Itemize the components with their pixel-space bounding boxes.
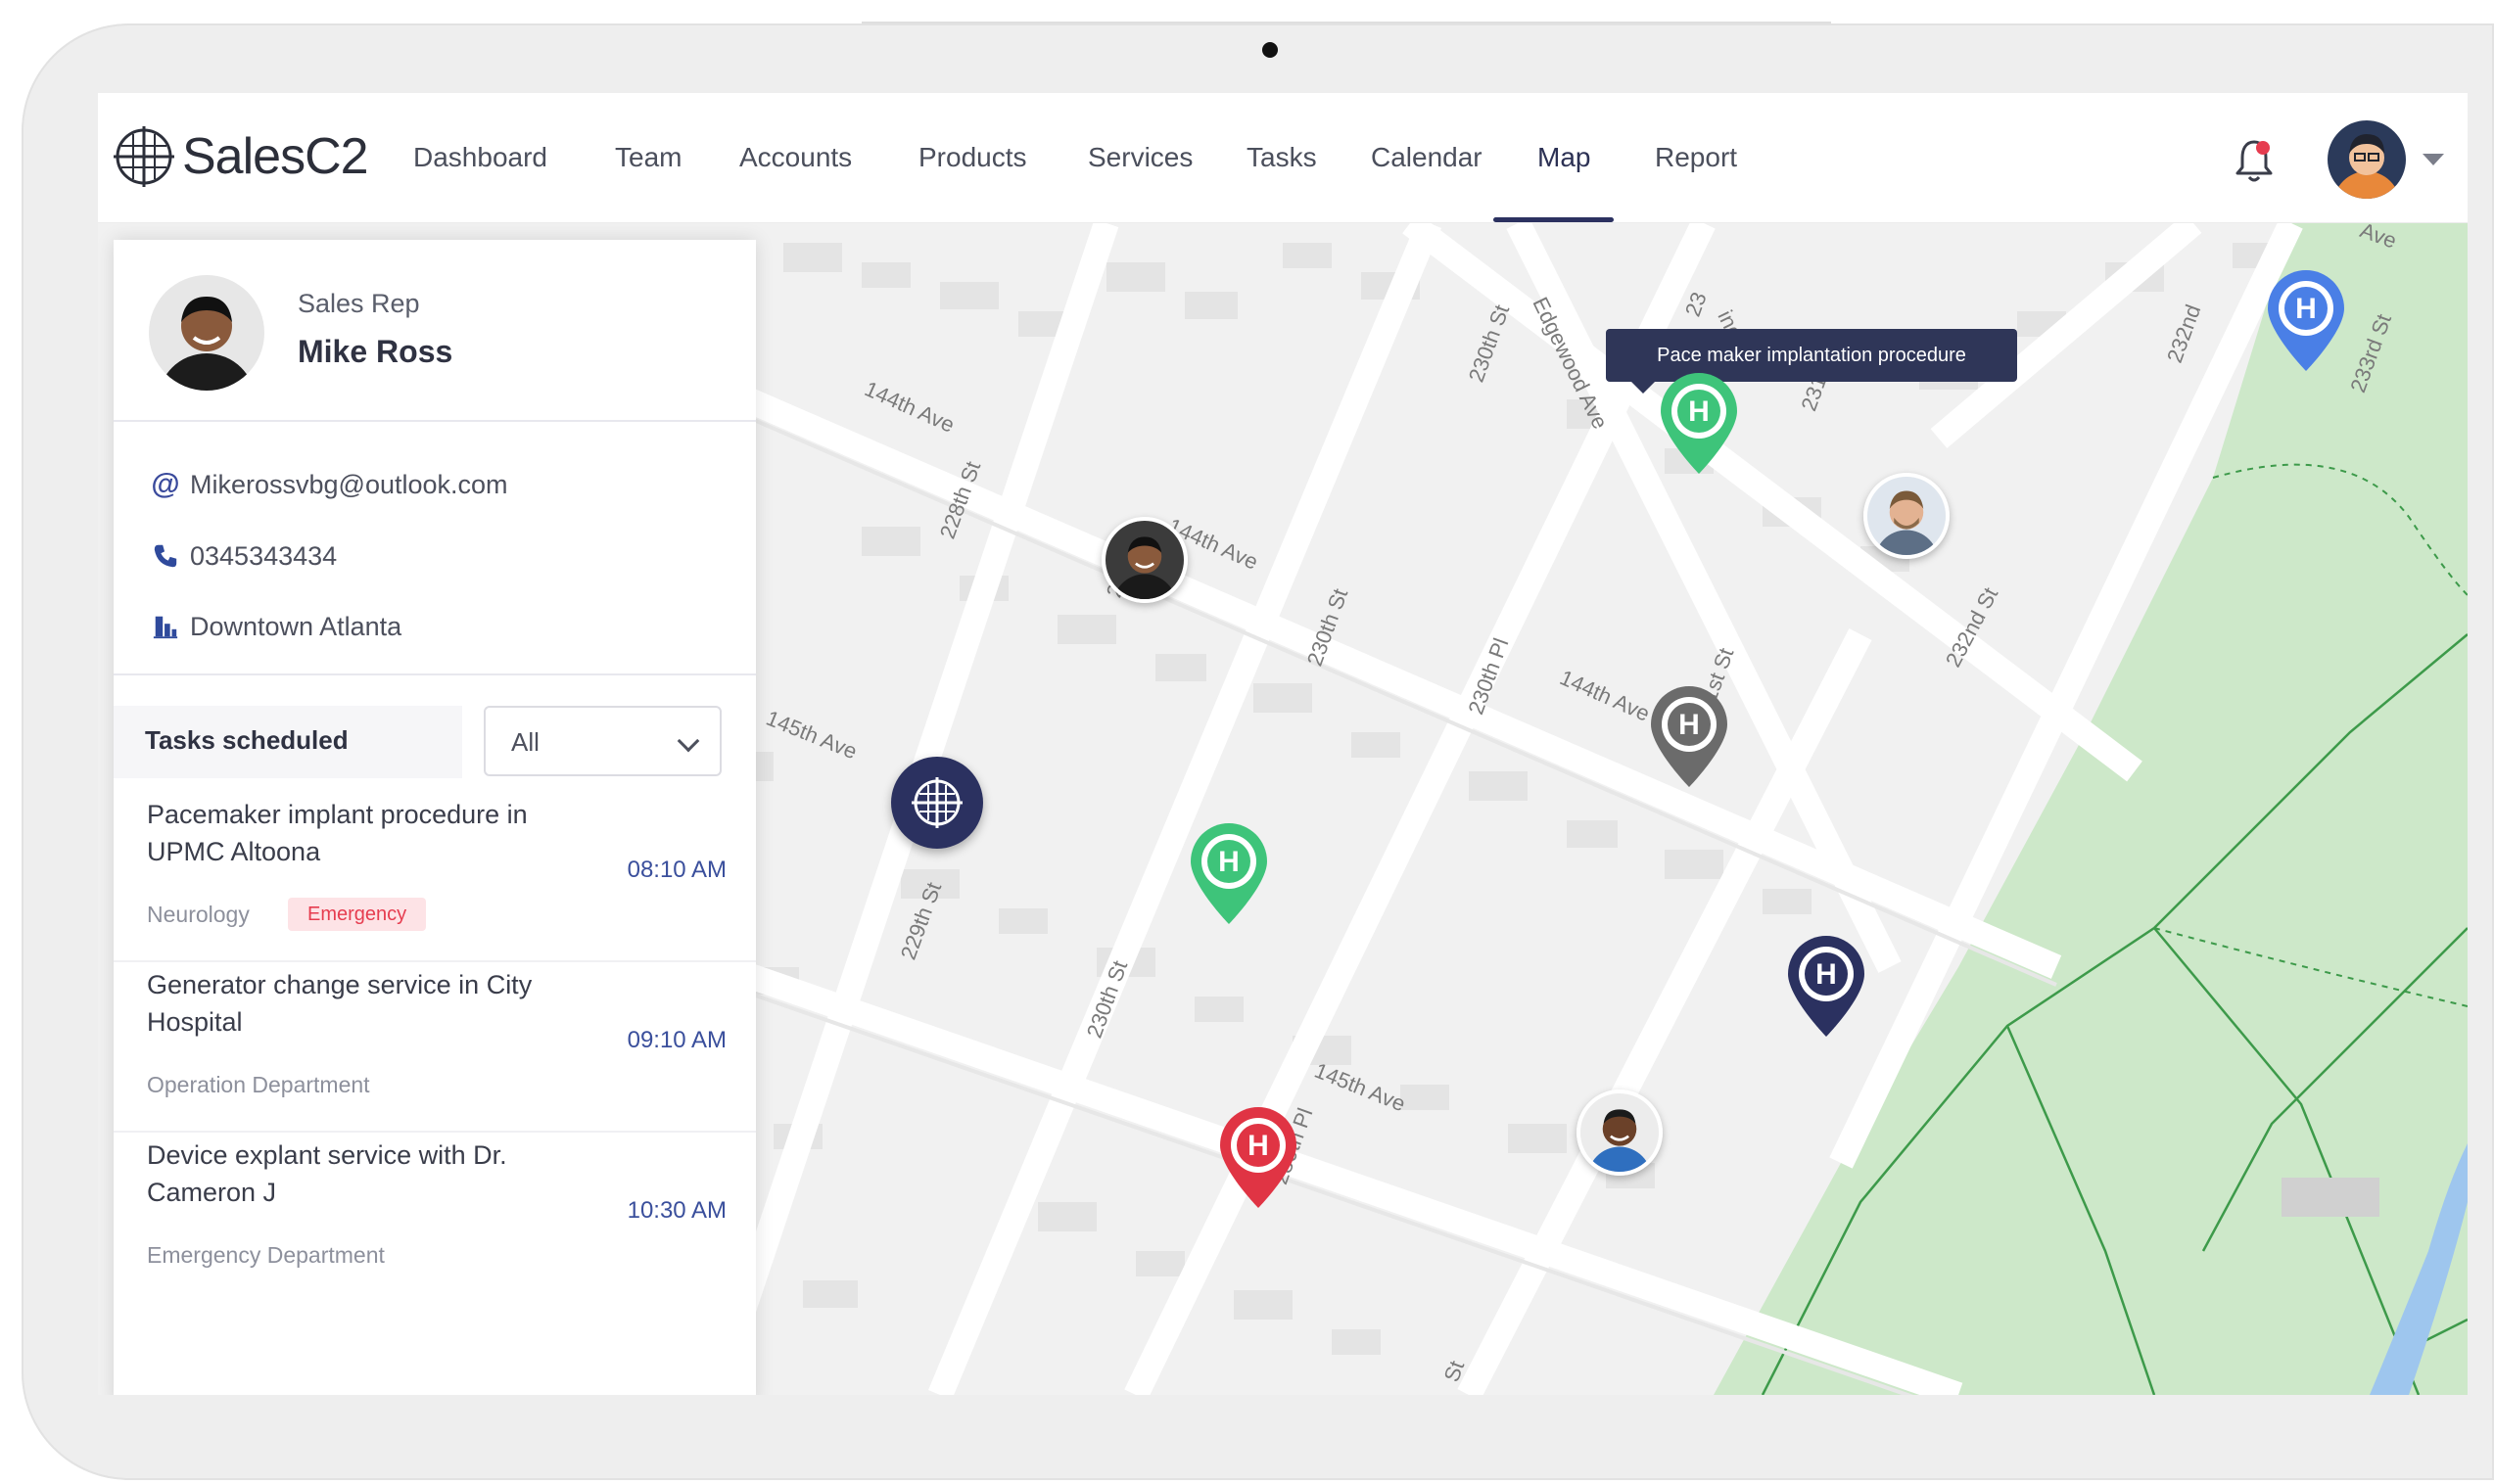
building-icon [151,612,180,641]
task-title: Generator change service in City Hospita… [147,970,533,1037]
svg-text:H: H [2295,293,2317,325]
hospital-pin-icon[interactable]: H [1782,933,1870,1041]
user-avatar[interactable] [2328,120,2406,199]
rep-name: Mike Ross [298,334,453,369]
top-navbar: SalesC2 Dashboard Team Accounts Products… [98,93,2468,223]
rep-detail-panel: Sales Rep Mike Ross @ Mikerossvbg@outloo… [114,240,756,1395]
task-department: Operation Department [147,1072,370,1097]
rep-email: Mikerossvbg@outlook.com [190,469,508,499]
rep-location: Downtown Atlanta [190,611,402,641]
hospital-pin-icon[interactable]: H [1185,820,1273,928]
bell-icon[interactable] [2233,136,2276,185]
hospital-pin-icon[interactable]: H [1645,683,1733,791]
salesc2-logo-icon [114,126,174,187]
task-time: 10:30 AM [627,1197,727,1224]
task-item[interactable]: Pacemaker implant procedure in UPMC Alto… [114,796,756,962]
rep-avatar [149,275,264,391]
rep-location-avatar[interactable] [1576,1090,1663,1176]
salesc2-logo-icon [912,777,963,828]
task-title: Device explant service with Dr. Cameron … [147,1140,507,1207]
nav-calendar[interactable]: Calendar [1371,142,1482,173]
divider [114,420,756,422]
app-screen: SalesC2 Dashboard Team Accounts Products… [98,93,2468,1395]
nav-tasks[interactable]: Tasks [1247,142,1317,173]
nav-dashboard[interactable]: Dashboard [413,142,547,173]
rep-location-row: Downtown Atlanta [151,607,401,646]
svg-text:H: H [1815,958,1837,991]
phone-icon [151,541,180,571]
divider [114,673,756,675]
svg-text:H: H [1688,395,1710,428]
hospital-pin-icon[interactable]: H [2262,267,2350,375]
nav-map[interactable]: Map [1537,142,1590,173]
rep-role: Sales Rep [298,289,420,318]
task-time: 09:10 AM [627,1027,727,1053]
rep-phone: 0345343434 [190,540,338,571]
divider [114,960,756,962]
rep-phone-row[interactable]: 0345343434 [151,536,337,576]
at-icon: @ [151,468,180,500]
emergency-badge: Emergency [288,898,427,931]
tasks-scheduled-label: Tasks scheduled [145,725,349,755]
rep-email-row[interactable]: @ Mikerossvbg@outlook.com [151,465,508,504]
chevron-down-icon [677,729,700,753]
task-filter-select[interactable]: All [484,706,722,776]
brand-name: SalesC2 [182,128,369,185]
chevron-down-icon[interactable] [2423,154,2444,165]
camera-dot [1262,42,1278,58]
divider [114,1131,756,1133]
task-time: 08:10 AM [627,857,727,883]
hospital-pin-icon[interactable]: H [1655,370,1743,478]
task-department: Neurology [147,902,250,927]
nav-services[interactable]: Services [1088,142,1193,173]
task-department: Emergency Department [147,1242,385,1268]
active-tab-indicator [1493,217,1614,222]
svg-text:H: H [1218,846,1240,878]
brand[interactable]: SalesC2 [112,122,369,191]
rep-location-avatar[interactable] [1102,517,1188,603]
nav-report[interactable]: Report [1655,142,1737,173]
task-item[interactable]: Generator change service in City Hospita… [114,966,756,1133]
svg-text:H: H [1678,709,1700,741]
company-logo-marker[interactable] [891,757,983,849]
svg-text:H: H [1247,1130,1269,1162]
nav-products[interactable]: Products [918,142,1027,173]
rep-location-avatar[interactable] [1863,473,1950,559]
nav-team[interactable]: Team [615,142,682,173]
nav-accounts[interactable]: Accounts [739,142,852,173]
hospital-pin-icon[interactable]: H [1214,1104,1302,1212]
task-filter-value: All [511,727,540,757]
task-item[interactable]: Device explant service with Dr. Cameron … [114,1136,756,1303]
task-title: Pacemaker implant procedure in UPMC Alto… [147,800,528,866]
tablet-edge-line [862,22,1831,23]
